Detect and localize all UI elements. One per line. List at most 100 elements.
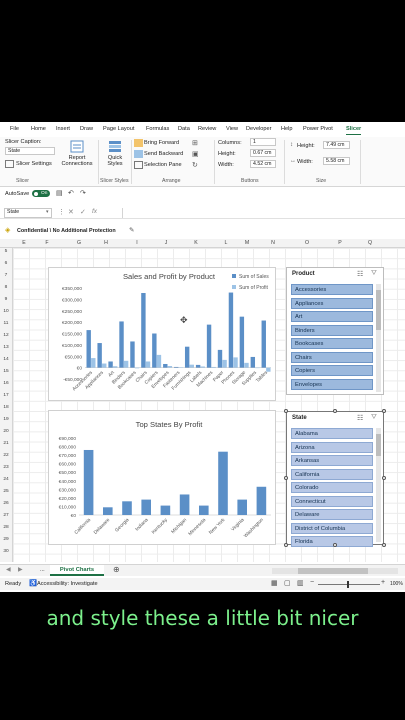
column-header-o[interactable]: O	[299, 240, 315, 246]
bar-profit[interactable]	[218, 451, 228, 515]
page-layout-icon[interactable]: ▢	[284, 579, 291, 587]
tab-insert[interactable]: Insert	[56, 126, 70, 132]
enter-icon[interactable]: ✓	[80, 208, 86, 216]
row-header-18[interactable]: 18	[0, 405, 12, 410]
row-header-24[interactable]: 24	[0, 477, 12, 482]
bar-profit[interactable]	[189, 364, 194, 368]
row-header-14[interactable]: 14	[0, 357, 12, 362]
resize-handle[interactable]	[382, 476, 386, 480]
row-header-12[interactable]: 12	[0, 333, 12, 338]
product-slicer-item[interactable]: Bookcases	[291, 338, 373, 349]
row-header-23[interactable]: 23	[0, 465, 12, 470]
bar-profit[interactable]	[103, 507, 113, 515]
row-header-30[interactable]: 30	[0, 549, 12, 554]
column-header-l[interactable]: L	[218, 240, 234, 246]
function-icon[interactable]: fx	[92, 208, 97, 215]
bar-profit[interactable]	[122, 501, 132, 515]
prev-sheet-icon[interactable]: ◀	[6, 566, 11, 573]
resize-handle[interactable]	[382, 543, 386, 547]
product-slicer-item[interactable]: Art	[291, 311, 373, 322]
bar-profit[interactable]	[211, 366, 216, 368]
bar-profit[interactable]	[222, 359, 227, 368]
product-slicer-item[interactable]: Binders	[291, 324, 373, 336]
tab-slicer[interactable]: Slicer	[346, 126, 362, 135]
row-header-26[interactable]: 26	[0, 501, 12, 506]
bar-sales[interactable]	[228, 292, 234, 368]
state-slicer-item[interactable]: Alabama	[291, 428, 373, 439]
chart-top-states[interactable]: Top States By Profit €90,000 €80,000 €70,00…	[48, 410, 276, 545]
bar-sales[interactable]	[174, 366, 179, 368]
send-backward-button[interactable]: Send Backward	[134, 150, 189, 159]
state-slicer-item[interactable]: Arizona	[291, 441, 373, 453]
bar-profit[interactable]	[123, 360, 129, 368]
state-slicer-item[interactable]: District of Columbia	[291, 522, 373, 534]
sheet-overflow[interactable]: ...	[40, 567, 45, 573]
product-slicer-item[interactable]: Chairs	[291, 351, 373, 363]
state-slicer-item[interactable]: California	[291, 468, 373, 480]
tab-home[interactable]: Home	[31, 126, 46, 132]
state-slicer-item[interactable]: Florida	[291, 536, 373, 547]
bar-profit[interactable]	[167, 366, 173, 368]
product-slicer[interactable]: Product ☷ ⛛ Accessories Appliances Art Bind…	[286, 267, 384, 395]
button-height-input[interactable]: 0.67 cm	[250, 149, 276, 157]
bar-profit[interactable]	[178, 367, 184, 368]
state-slicer-scrollbar[interactable]	[376, 428, 381, 542]
bar-sales[interactable]	[108, 361, 113, 368]
sheet-tab-pivot-charts[interactable]: Pivot Charts	[50, 565, 104, 576]
row-header-27[interactable]: 27	[0, 513, 12, 518]
normal-view-icon[interactable]: ▦	[271, 579, 278, 587]
accessibility-status[interactable]: Accessibility: Investigate	[37, 581, 98, 587]
tab-developer[interactable]: Developer	[246, 126, 272, 132]
row-header-16[interactable]: 16	[0, 381, 12, 386]
column-header-m[interactable]: M	[239, 240, 255, 246]
column-header-n[interactable]: N	[265, 240, 281, 246]
tab-page-layout[interactable]: Page Layout	[103, 126, 134, 132]
bar-profit[interactable]	[156, 354, 162, 368]
undo-icon[interactable]: ↶	[68, 189, 74, 197]
product-slicer-item[interactable]: Envelopes	[291, 378, 373, 390]
row-header-17[interactable]: 17	[0, 393, 12, 398]
group-icon[interactable]: ▣	[192, 150, 199, 158]
bar-profit[interactable]	[200, 366, 205, 368]
state-slicer-item[interactable]: Connecticut	[291, 495, 373, 507]
column-header-q[interactable]: Q	[362, 240, 378, 246]
page-break-icon[interactable]: ▥	[297, 579, 304, 587]
bar-profit[interactable]	[141, 499, 151, 515]
bar-sales[interactable]	[206, 324, 212, 368]
zoom-in-icon[interactable]: +	[381, 579, 385, 586]
bar-sales[interactable]	[163, 363, 168, 368]
name-box[interactable]: State	[4, 208, 52, 218]
bar-sales[interactable]	[239, 316, 245, 368]
product-slicer-scrollbar[interactable]	[376, 284, 381, 392]
bar-profit[interactable]	[134, 367, 140, 369]
bar-sales[interactable]	[250, 356, 256, 368]
clear-filter-icon[interactable]: ⛛	[371, 414, 377, 422]
tab-help[interactable]: Help	[281, 126, 293, 132]
bar-profit[interactable]	[179, 494, 190, 515]
bar-profit[interactable]	[266, 367, 271, 372]
column-header-g[interactable]: G	[71, 240, 87, 246]
bar-sales[interactable]	[86, 330, 91, 368]
chevron-down-icon[interactable]: ▾	[46, 209, 49, 215]
row-header-25[interactable]: 25	[0, 489, 12, 494]
resize-handle[interactable]	[382, 409, 386, 413]
horizontal-scrollbar[interactable]	[272, 568, 398, 574]
bar-sales[interactable]	[261, 320, 266, 368]
clear-filter-icon[interactable]: ⛛	[371, 270, 377, 278]
row-header-15[interactable]: 15	[0, 369, 12, 374]
cancel-icon[interactable]: ✕	[68, 208, 74, 216]
slicer-settings-button[interactable]: Slicer Settings	[5, 159, 55, 169]
state-slicer-item[interactable]: Delaware	[291, 509, 373, 520]
column-header-h[interactable]: H	[98, 240, 114, 246]
resize-handle[interactable]	[284, 543, 288, 547]
row-header-6[interactable]: 6	[0, 261, 12, 266]
column-header-k[interactable]: K	[188, 240, 204, 246]
chart-sales-profit[interactable]: Sales and Profit by Product Sum of Sales S…	[48, 267, 276, 401]
bar-sales[interactable]	[119, 321, 124, 368]
tab-file[interactable]: File	[10, 126, 19, 132]
bar-sales[interactable]	[152, 333, 157, 368]
bar-sales[interactable]	[97, 343, 102, 368]
row-header-22[interactable]: 22	[0, 453, 12, 458]
product-slicer-item[interactable]: Appliances	[291, 297, 373, 309]
row-header-21[interactable]: 21	[0, 441, 12, 446]
